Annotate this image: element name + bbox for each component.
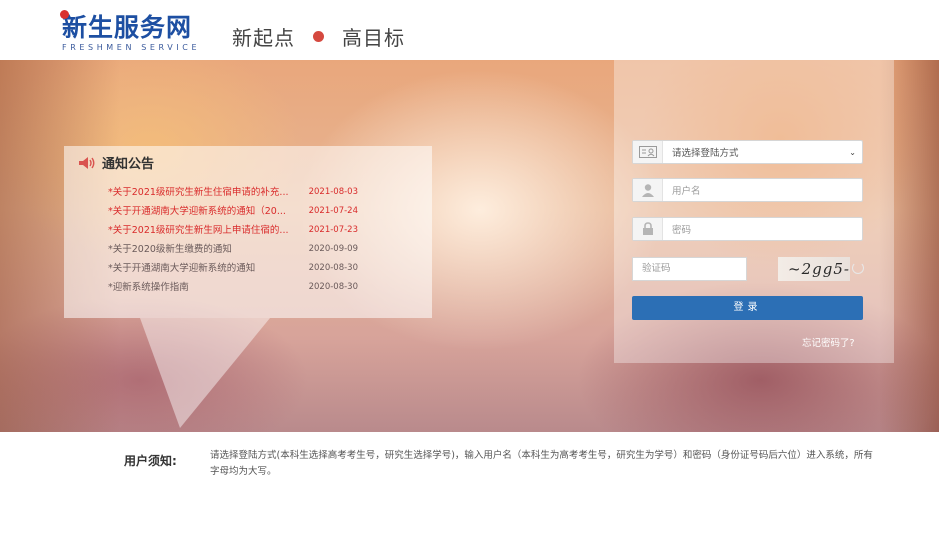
notice-item-title[interactable]: *关于开通湖南大学迎新系统的通知（20... xyxy=(108,202,286,221)
username-field[interactable]: 用户名 xyxy=(632,178,863,202)
notice-item-title[interactable]: *关于2021级研究生新生网上申请住宿的... xyxy=(108,221,289,240)
login-button[interactable]: 登录 xyxy=(632,296,863,320)
notice-title: 通知公告 xyxy=(78,153,154,172)
notice-item-date: 2021-08-03 xyxy=(308,187,358,197)
notice-item-title[interactable]: *关于2021级研究生新生住宿申请的补充... xyxy=(108,183,289,202)
logo-text: 新生服务网 xyxy=(60,10,200,42)
notice-item-date: 2021-07-24 xyxy=(308,206,358,216)
notice-panel-tail xyxy=(140,318,270,428)
lock-icon xyxy=(633,218,663,240)
notice-item[interactable]: *关于2021级研究生新生网上申请住宿的... 2021-07-23 xyxy=(108,221,358,240)
notice-title-text: 通知公告 xyxy=(102,157,155,172)
user-icon xyxy=(633,179,663,201)
notice-item[interactable]: *关于开通湖南大学迎新系统的通知 2020-08-30 xyxy=(108,259,358,278)
notice-item-date: 2021-07-23 xyxy=(308,225,358,235)
slogan-left: 新起点 xyxy=(232,26,295,50)
notice-item-title[interactable]: *迎新系统操作指南 xyxy=(108,278,189,297)
slogan-right: 高目标 xyxy=(342,26,405,50)
username-placeholder: 用户名 xyxy=(672,186,701,197)
notice-item-title[interactable]: *关于开通湖南大学迎新系统的通知 xyxy=(108,259,255,278)
notice-item[interactable]: *关于开通湖南大学迎新系统的通知（20... 2021-07-24 xyxy=(108,202,358,221)
notice-item-date: 2020-09-09 xyxy=(308,244,358,254)
user-notice-label: 用户须知: xyxy=(124,454,177,468)
site-header: 新生服务网 FRESHMEN SERVICE 新起点 高目标 xyxy=(0,0,939,60)
logo-subtitle: FRESHMEN SERVICE xyxy=(62,43,201,52)
notice-item-date: 2020-08-30 xyxy=(308,282,358,292)
id-card-icon xyxy=(633,141,663,163)
notice-item[interactable]: *关于2021级研究生新生住宿申请的补充... 2021-08-03 xyxy=(108,183,358,202)
password-placeholder: 密码 xyxy=(672,225,692,236)
login-method-select[interactable]: 请选择登陆方式 ⌄ xyxy=(632,140,863,164)
notice-item[interactable]: *关于2020级新生缴费的通知 2020-09-09 xyxy=(108,240,358,259)
notice-item-title[interactable]: *关于2020级新生缴费的通知 xyxy=(108,240,232,259)
user-notice-text: 请选择登陆方式(本科生选择高考考生号，研究生选择学号)，输入用户名（本科生为高考… xyxy=(210,450,873,477)
site-logo[interactable]: 新生服务网 FRESHMEN SERVICE xyxy=(60,10,201,52)
logo-heart-icon xyxy=(60,10,69,19)
slogan-dot-icon xyxy=(313,31,324,42)
notice-list: *关于2021级研究生新生住宿申请的补充... 2021-08-03 *关于开通… xyxy=(108,183,358,297)
chevron-down-icon: ⌄ xyxy=(849,147,856,157)
login-method-value: 请选择登陆方式 xyxy=(672,148,739,159)
captcha-input[interactable]: 验证码 xyxy=(632,257,747,281)
notice-item-date: 2020-08-30 xyxy=(308,263,358,273)
forgot-password-link[interactable]: 忘记密码了? xyxy=(802,335,855,349)
logo-title: 新生服务网 xyxy=(62,13,193,42)
notice-item[interactable]: *迎新系统操作指南 2020-08-30 xyxy=(108,278,358,297)
refresh-icon[interactable] xyxy=(852,262,864,274)
password-field[interactable]: 密码 xyxy=(632,217,863,241)
captcha-image[interactable]: ~2gg5- xyxy=(778,257,850,281)
speaker-icon xyxy=(78,156,96,170)
slogan: 新起点 高目标 xyxy=(232,22,405,51)
